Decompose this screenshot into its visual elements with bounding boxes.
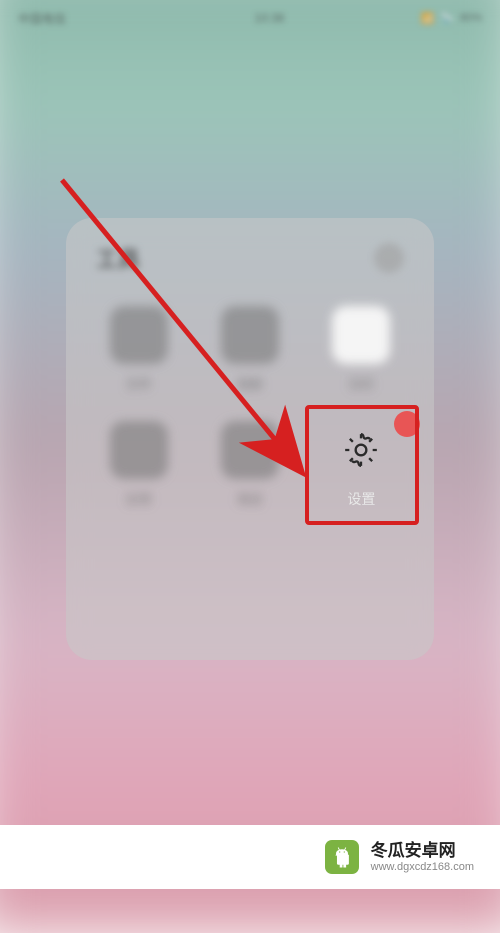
app-icon-0 bbox=[110, 306, 168, 364]
carrier-label: 中国电信 bbox=[18, 10, 118, 27]
app-icon-3 bbox=[110, 421, 168, 479]
status-bar: 中国电信 10:38 📶 📡 80% bbox=[0, 0, 500, 36]
android-logo-icon bbox=[325, 840, 359, 874]
app-grid: 文件 相册 日历 应用 商店 设置 bbox=[86, 298, 414, 517]
notification-badge bbox=[394, 411, 420, 437]
app-item-3[interactable]: 应用 bbox=[90, 421, 187, 509]
app-item-4[interactable]: 商店 bbox=[201, 421, 298, 509]
status-icons: 📶 📡 80% bbox=[421, 12, 482, 25]
signal-icon: 📶 bbox=[421, 12, 435, 25]
app-icon-1 bbox=[221, 306, 279, 364]
folder-title: 工具 bbox=[96, 242, 140, 274]
app-item-0[interactable]: 文件 bbox=[90, 306, 187, 393]
folder-menu-button[interactable] bbox=[374, 243, 404, 273]
watermark-bar: 冬瓜安卓网 www.dgxcdz168.com bbox=[0, 825, 500, 889]
battery-status: 80% bbox=[460, 12, 482, 24]
app-label-3: 应用 bbox=[126, 489, 152, 508]
app-label-1: 相册 bbox=[237, 374, 263, 393]
app-label-4: 商店 bbox=[237, 489, 263, 508]
gear-icon bbox=[332, 421, 390, 479]
watermark-url: www.dgxcdz168.com bbox=[371, 861, 474, 875]
app-item-1[interactable]: 相册 bbox=[201, 306, 298, 393]
app-label-0: 文件 bbox=[126, 374, 152, 393]
watermark-brand: 冬瓜安卓网 bbox=[371, 840, 474, 861]
app-icon-2 bbox=[332, 306, 390, 364]
app-item-2[interactable]: 日历 bbox=[313, 306, 410, 393]
folder-popup: 工具 文件 相册 日历 应用 商店 bbox=[66, 218, 434, 660]
app-label-2: 日历 bbox=[348, 374, 374, 393]
time-label: 10:38 bbox=[118, 11, 421, 25]
wifi-icon: 📡 bbox=[440, 12, 454, 25]
app-label-settings: 设置 bbox=[347, 489, 375, 509]
app-item-settings[interactable]: 设置 bbox=[313, 421, 410, 509]
app-icon-4 bbox=[221, 421, 279, 479]
